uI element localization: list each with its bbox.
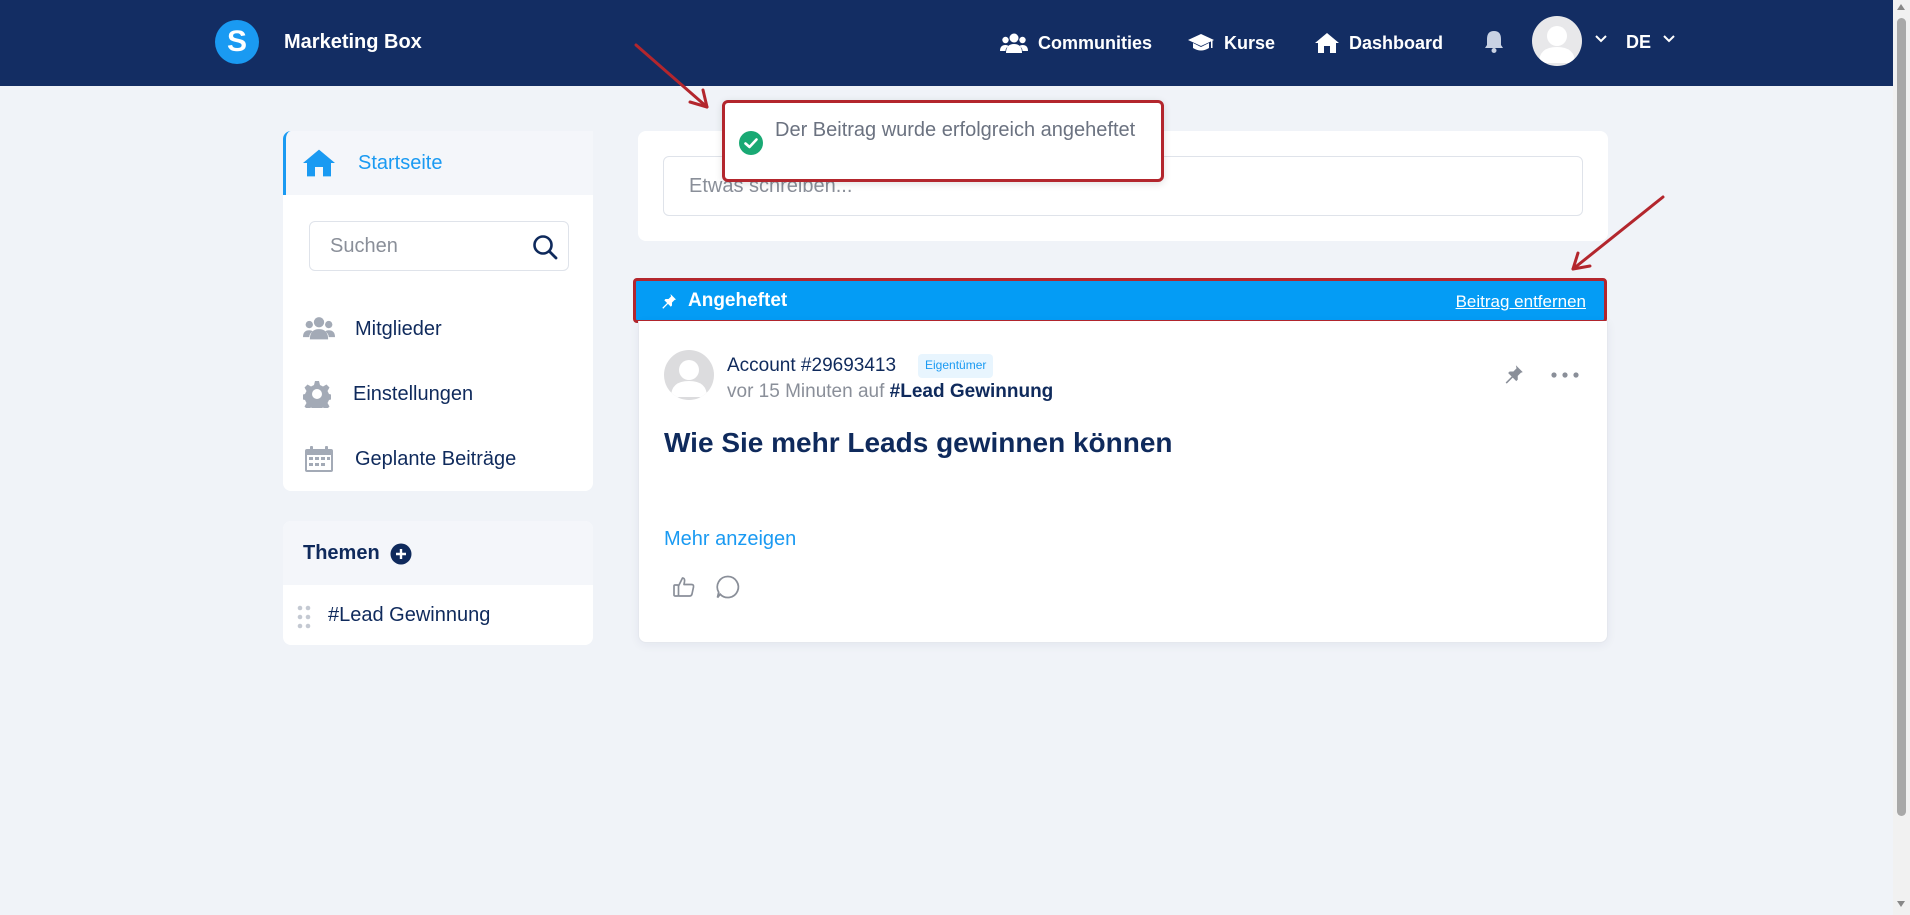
calendar-icon: [305, 446, 333, 472]
sidebar-item-members[interactable]: Mitglieder: [283, 307, 593, 351]
sidebar-item-home-label: Startseite: [358, 152, 443, 174]
user-avatar-icon: [1539, 26, 1575, 63]
app-logo[interactable]: S: [215, 20, 259, 64]
search-icon[interactable]: [532, 234, 558, 260]
nav-dashboard[interactable]: Dashboard: [1315, 28, 1443, 58]
check-circle-icon: [739, 131, 763, 155]
toast-message: Der Beitrag wurde erfolgreich angeheftet: [775, 119, 1136, 141]
chevron-down-icon[interactable]: [1662, 34, 1676, 44]
sidebar-item-home[interactable]: Startseite: [283, 131, 593, 195]
user-avatar[interactable]: [1532, 16, 1582, 66]
sidebar-item-settings[interactable]: Einstellungen: [283, 372, 593, 416]
home-icon: [303, 149, 335, 177]
nav-dashboard-label: Dashboard: [1349, 32, 1444, 53]
comment-icon[interactable]: [715, 574, 741, 600]
nav-courses-label: Kurse: [1224, 32, 1276, 53]
scroll-up-arrow[interactable]: [1897, 4, 1905, 10]
sidebar-search: [309, 221, 569, 271]
scroll-thumb[interactable]: [1897, 18, 1906, 816]
post-meta: vor 15 Minuten auf #Lead Gewinnung: [727, 381, 1053, 403]
sidebar-item-settings-label: Einstellungen: [353, 383, 474, 405]
success-toast: Der Beitrag wurde erfolgreich angeheftet: [722, 100, 1164, 182]
thumbs-up-icon[interactable]: [672, 575, 696, 599]
more-options-icon[interactable]: [1551, 372, 1579, 378]
remove-post-link[interactable]: Beitrag entfernen: [1456, 292, 1586, 312]
page-scrollbar[interactable]: [1893, 0, 1910, 915]
drag-handle-icon[interactable]: [297, 605, 311, 629]
bell-icon[interactable]: [1483, 29, 1505, 53]
post-card: Account #29693413 Eigentümer vor 15 Minu…: [638, 321, 1608, 643]
home-icon: [1315, 33, 1339, 53]
nav-communities-label: Communities: [1038, 32, 1153, 53]
theme-item[interactable]: #Lead Gewinnung: [283, 585, 593, 645]
post-author-name[interactable]: Account #29693413: [727, 355, 896, 377]
gear-icon: [303, 381, 331, 408]
themes-title: Themen: [303, 542, 380, 564]
themes-panel: Themen #Lead Gewinnung: [283, 521, 593, 645]
graduation-cap-icon: [1188, 34, 1214, 51]
pinned-label: Angeheftet: [688, 290, 788, 311]
author-avatar[interactable]: [664, 350, 714, 400]
owner-badge: Eigentümer: [918, 354, 994, 378]
post-topic-link[interactable]: #Lead Gewinnung: [890, 381, 1054, 402]
theme-item-label: #Lead Gewinnung: [328, 604, 491, 626]
sidebar-item-members-label: Mitglieder: [355, 318, 442, 340]
top-navigation-bar: S Marketing Box Communities Kurse Dashbo…: [0, 0, 1893, 86]
pin-icon: [662, 294, 676, 309]
add-theme-icon[interactable]: [390, 543, 412, 565]
nav-communities[interactable]: Communities: [1000, 28, 1152, 58]
language-selector[interactable]: DE: [1626, 32, 1651, 53]
search-input[interactable]: [310, 222, 530, 270]
members-icon: [303, 317, 335, 340]
brand-name[interactable]: Marketing Box: [284, 31, 422, 54]
sidebar-menu: Startseite Mitglieder Einstellungen Ge: [283, 131, 593, 491]
chevron-down-icon[interactable]: [1594, 34, 1608, 44]
pinned-banner: Angeheftet Beitrag entfernen: [633, 278, 1607, 323]
pin-icon[interactable]: [1504, 364, 1524, 384]
post-time: vor 15 Minuten auf: [727, 381, 890, 402]
show-more-link[interactable]: Mehr anzeigen: [664, 528, 796, 551]
post-title[interactable]: Wie Sie mehr Leads gewinnen können: [664, 427, 1173, 459]
scroll-down-arrow[interactable]: [1897, 901, 1905, 907]
users-icon: [1000, 33, 1028, 53]
themes-header: Themen: [283, 521, 593, 585]
nav-courses[interactable]: Kurse: [1188, 28, 1275, 58]
sidebar-item-scheduled-posts-label: Geplante Beiträge: [355, 448, 517, 470]
user-avatar-icon: [671, 360, 707, 397]
sidebar-item-scheduled-posts[interactable]: Geplante Beiträge: [283, 437, 593, 481]
